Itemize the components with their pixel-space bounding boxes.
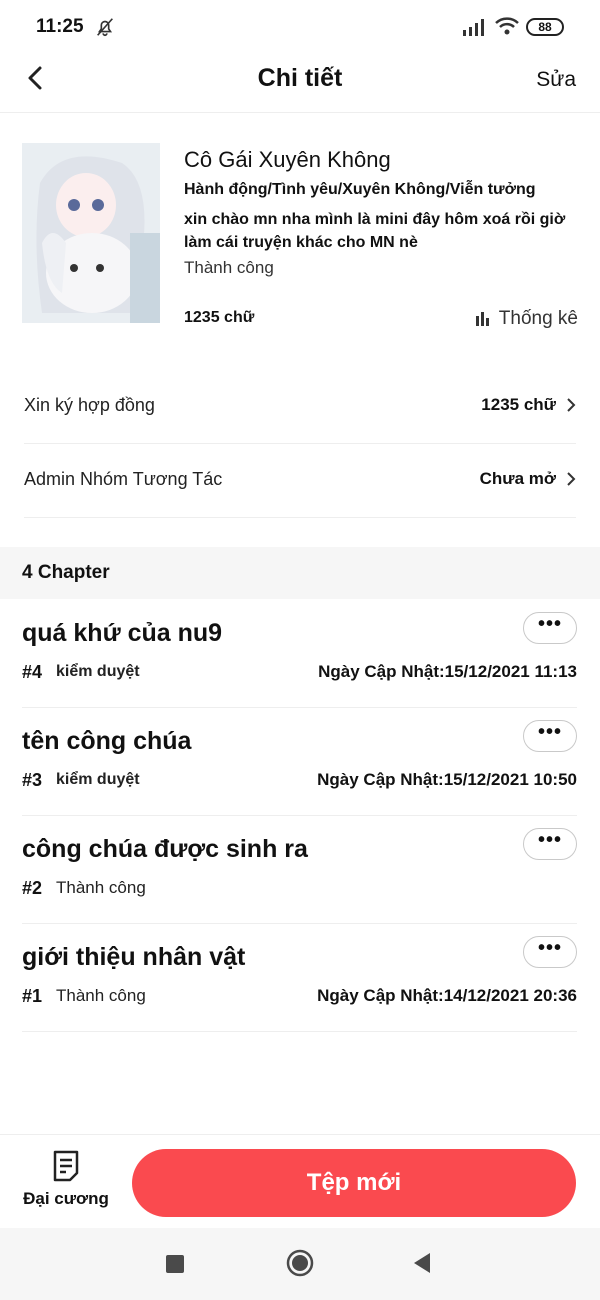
book-genres: Hành động/Tình yêu/Xuyên Không/Viễn tưởn… bbox=[184, 181, 536, 198]
chapter-number: #3 bbox=[22, 770, 43, 790]
nav-back-icon[interactable] bbox=[412, 1252, 432, 1274]
contract-value: 1235 chữ bbox=[481, 395, 556, 414]
chapter-item[interactable]: quá khứ của nu9 ••• #4 kiểm duyệt Ngày C… bbox=[22, 599, 577, 708]
chapter-item[interactable]: giới thiệu nhân vật ••• #1 Thành công Ng… bbox=[22, 923, 577, 1032]
edit-button[interactable]: Sửa bbox=[536, 68, 576, 92]
chapters-count: 4 Chapter bbox=[22, 562, 110, 583]
chapter-item[interactable]: công chúa được sinh ra ••• #2 Thành công bbox=[22, 815, 577, 924]
stats-label: Thống kê bbox=[498, 308, 578, 329]
wifi-icon bbox=[495, 17, 519, 35]
document-icon bbox=[53, 1150, 79, 1182]
chapter-status: Thành công bbox=[56, 878, 146, 897]
chapters-section-header: 4 Chapter bbox=[0, 547, 600, 599]
chapter-title: quá khứ của nu9 bbox=[22, 619, 223, 647]
chapter-status: kiểm duyệt bbox=[56, 771, 140, 788]
chapter-item[interactable]: tên công chúa ••• #3 kiểm duyệt Ngày Cập… bbox=[22, 707, 577, 816]
book-description: xin chào mn nha mình là mini đây hôm xoá… bbox=[184, 211, 566, 251]
bottom-action-bar: Đại cương Tệp mới bbox=[0, 1134, 600, 1229]
book-title: Cô Gái Xuyên Không bbox=[184, 147, 391, 172]
book-word-count: 1235 chữ bbox=[184, 309, 255, 326]
outline-label: Đại cương bbox=[23, 1189, 109, 1208]
status-time: 11:25 bbox=[36, 16, 84, 37]
chevron-right-icon bbox=[567, 472, 576, 486]
status-bar: 11:25 88 bbox=[0, 0, 600, 56]
page-title: Chi tiết bbox=[257, 64, 343, 92]
admin-group-row[interactable]: Admin Nhóm Tương Tác Chưa mở bbox=[24, 443, 576, 518]
signal-icon bbox=[463, 19, 484, 36]
recents-icon[interactable] bbox=[166, 1255, 184, 1273]
chapter-updated-date: Ngày Cập Nhật:15/12/2021 11:13 bbox=[318, 662, 577, 681]
chapter-status: Thành công bbox=[56, 986, 146, 1005]
chapter-title: giới thiệu nhân vật bbox=[22, 943, 246, 971]
chapter-number: #1 bbox=[22, 986, 43, 1006]
chapter-more-button[interactable]: ••• bbox=[523, 828, 577, 860]
contract-label: Xin ký hợp đồng bbox=[24, 395, 155, 415]
chapter-more-button[interactable]: ••• bbox=[523, 612, 577, 644]
admin-group-label: Admin Nhóm Tương Tác bbox=[24, 469, 223, 489]
chapter-title: công chúa được sinh ra bbox=[22, 835, 308, 863]
admin-group-value: Chưa mở bbox=[479, 469, 556, 488]
home-icon[interactable] bbox=[286, 1249, 314, 1277]
chapter-number: #4 bbox=[22, 662, 43, 682]
contract-value-wrap: 1235 chữ bbox=[481, 395, 576, 415]
outline-button[interactable]: Đại cương bbox=[18, 1149, 114, 1219]
bar-chart-icon bbox=[475, 312, 489, 326]
book-cover-image[interactable] bbox=[22, 143, 160, 323]
battery-indicator: 88 bbox=[526, 18, 564, 36]
header: Chi tiết Sửa bbox=[0, 56, 600, 113]
chapter-updated-date: Ngày Cập Nhật:15/12/2021 10:50 bbox=[317, 770, 577, 789]
chapter-number: #2 bbox=[22, 878, 43, 898]
chapter-title: tên công chúa bbox=[22, 727, 192, 755]
chapter-more-button[interactable]: ••• bbox=[523, 720, 577, 752]
chevron-right-icon bbox=[567, 398, 576, 412]
chapter-updated-date: Ngày Cập Nhật:14/12/2021 20:36 bbox=[317, 986, 577, 1005]
contract-row[interactable]: Xin ký hợp đồng 1235 chữ bbox=[24, 369, 576, 444]
bell-muted-icon bbox=[97, 18, 113, 37]
new-file-button[interactable]: Tệp mới bbox=[132, 1149, 576, 1217]
system-nav-bar bbox=[0, 1228, 600, 1300]
stats-button[interactable]: Thống kê bbox=[475, 308, 578, 330]
book-status: Thành công bbox=[184, 258, 274, 277]
chapter-status: kiểm duyệt bbox=[56, 663, 140, 680]
chapter-more-button[interactable]: ••• bbox=[523, 936, 577, 968]
admin-group-value-wrap: Chưa mở bbox=[480, 469, 576, 489]
